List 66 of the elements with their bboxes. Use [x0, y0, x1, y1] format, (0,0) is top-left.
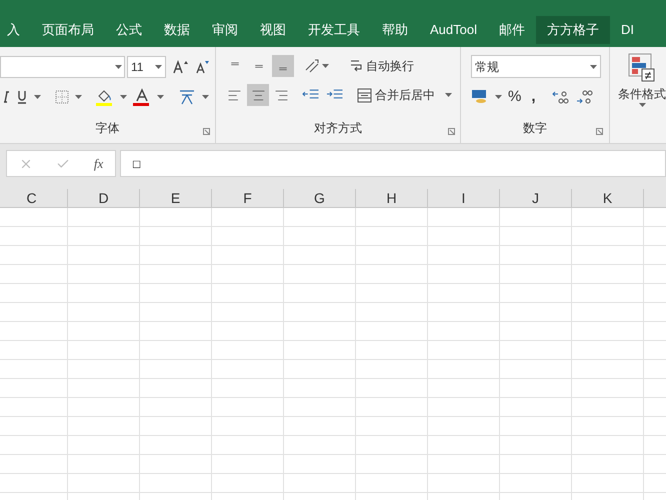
caret-icon [322, 64, 329, 68]
column-header[interactable]: D [68, 189, 140, 207]
column-header[interactable]: G [284, 189, 356, 207]
caret-icon [115, 65, 122, 69]
caret-icon [445, 93, 452, 97]
ribbon-tab[interactable]: 页面布局 [31, 16, 105, 44]
caret-icon [638, 103, 646, 107]
group-label: 对齐方式 [314, 120, 362, 137]
phonetic-icon[interactable] [178, 88, 196, 106]
ribbon-tab[interactable]: 入 [0, 16, 31, 44]
border-icon[interactable] [55, 90, 69, 104]
ribbon-tab[interactable]: 邮件 [488, 16, 536, 44]
wrap-text-icon [349, 58, 363, 74]
column-header[interactable]: K [572, 189, 644, 207]
caret-icon [75, 95, 82, 99]
conditional-format-button[interactable]: 条件格式 [610, 47, 666, 143]
ribbon-tab[interactable]: DI [610, 16, 645, 44]
dialog-launcher-icon[interactable] [596, 128, 603, 135]
ribbon-tab[interactable]: AudTool [419, 16, 488, 44]
increase-decimal-icon[interactable] [552, 89, 570, 106]
ribbon-tab[interactable]: 公式 [105, 16, 153, 44]
font-color-icon[interactable] [133, 88, 151, 106]
caret-icon [157, 95, 164, 99]
insert-function-button[interactable]: fx [94, 154, 104, 174]
currency-icon[interactable] [471, 89, 489, 106]
font-size-field[interactable]: 11 [127, 56, 166, 78]
group-label: 字体 [96, 120, 120, 137]
shrink-font-icon[interactable] [194, 59, 210, 75]
caret-icon [495, 95, 502, 100]
comma-style-button[interactable]: , [531, 86, 536, 108]
number-format-dropdown[interactable]: 常规 [471, 55, 601, 78]
caret-icon [202, 95, 209, 99]
caret-icon [590, 64, 597, 68]
dialog-launcher-icon[interactable] [448, 128, 455, 135]
caret-icon [120, 95, 127, 99]
ribbon-tab[interactable]: 帮助 [371, 16, 419, 44]
font-name-field[interactable] [0, 56, 125, 78]
cell-grid[interactable] [0, 208, 666, 500]
group-label: 数字 [523, 120, 547, 137]
caret-icon [155, 65, 162, 69]
merge-center-button[interactable]: 合并后居中 [355, 86, 438, 104]
column-header[interactable]: J [500, 189, 572, 207]
grow-font-icon[interactable] [172, 59, 188, 75]
column-header[interactable]: F [212, 189, 284, 207]
caret-icon [34, 95, 41, 99]
percent-style-button[interactable]: % [508, 86, 522, 108]
ribbon-tab[interactable]: 视图 [249, 16, 297, 44]
decrease-decimal-icon[interactable] [576, 89, 594, 106]
column-header[interactable]: I [428, 189, 500, 207]
ribbon-tab[interactable]: 审阅 [201, 16, 249, 44]
conditional-format-icon [628, 53, 656, 83]
ribbon-tab[interactable]: 方方格子 [536, 16, 610, 44]
column-header[interactable]: H [356, 189, 428, 207]
wrap-text-button[interactable]: 自动换行 [347, 57, 416, 75]
ribbon-tab[interactable]: 开发工具 [297, 16, 371, 44]
column-header[interactable]: C [0, 189, 68, 207]
ribbon-tab[interactable]: 数据 [153, 16, 201, 44]
merge-cells-icon [357, 88, 372, 102]
italic-icon[interactable] [2, 91, 10, 103]
column-header[interactable]: E [140, 189, 212, 207]
fill-color-icon[interactable] [96, 88, 114, 106]
dialog-launcher-icon[interactable] [203, 128, 210, 135]
text-orientation-icon[interactable] [304, 58, 320, 74]
formula-input[interactable]: □ [120, 150, 666, 177]
underline-icon[interactable] [16, 90, 28, 104]
center-align-icon[interactable] [247, 84, 269, 106]
